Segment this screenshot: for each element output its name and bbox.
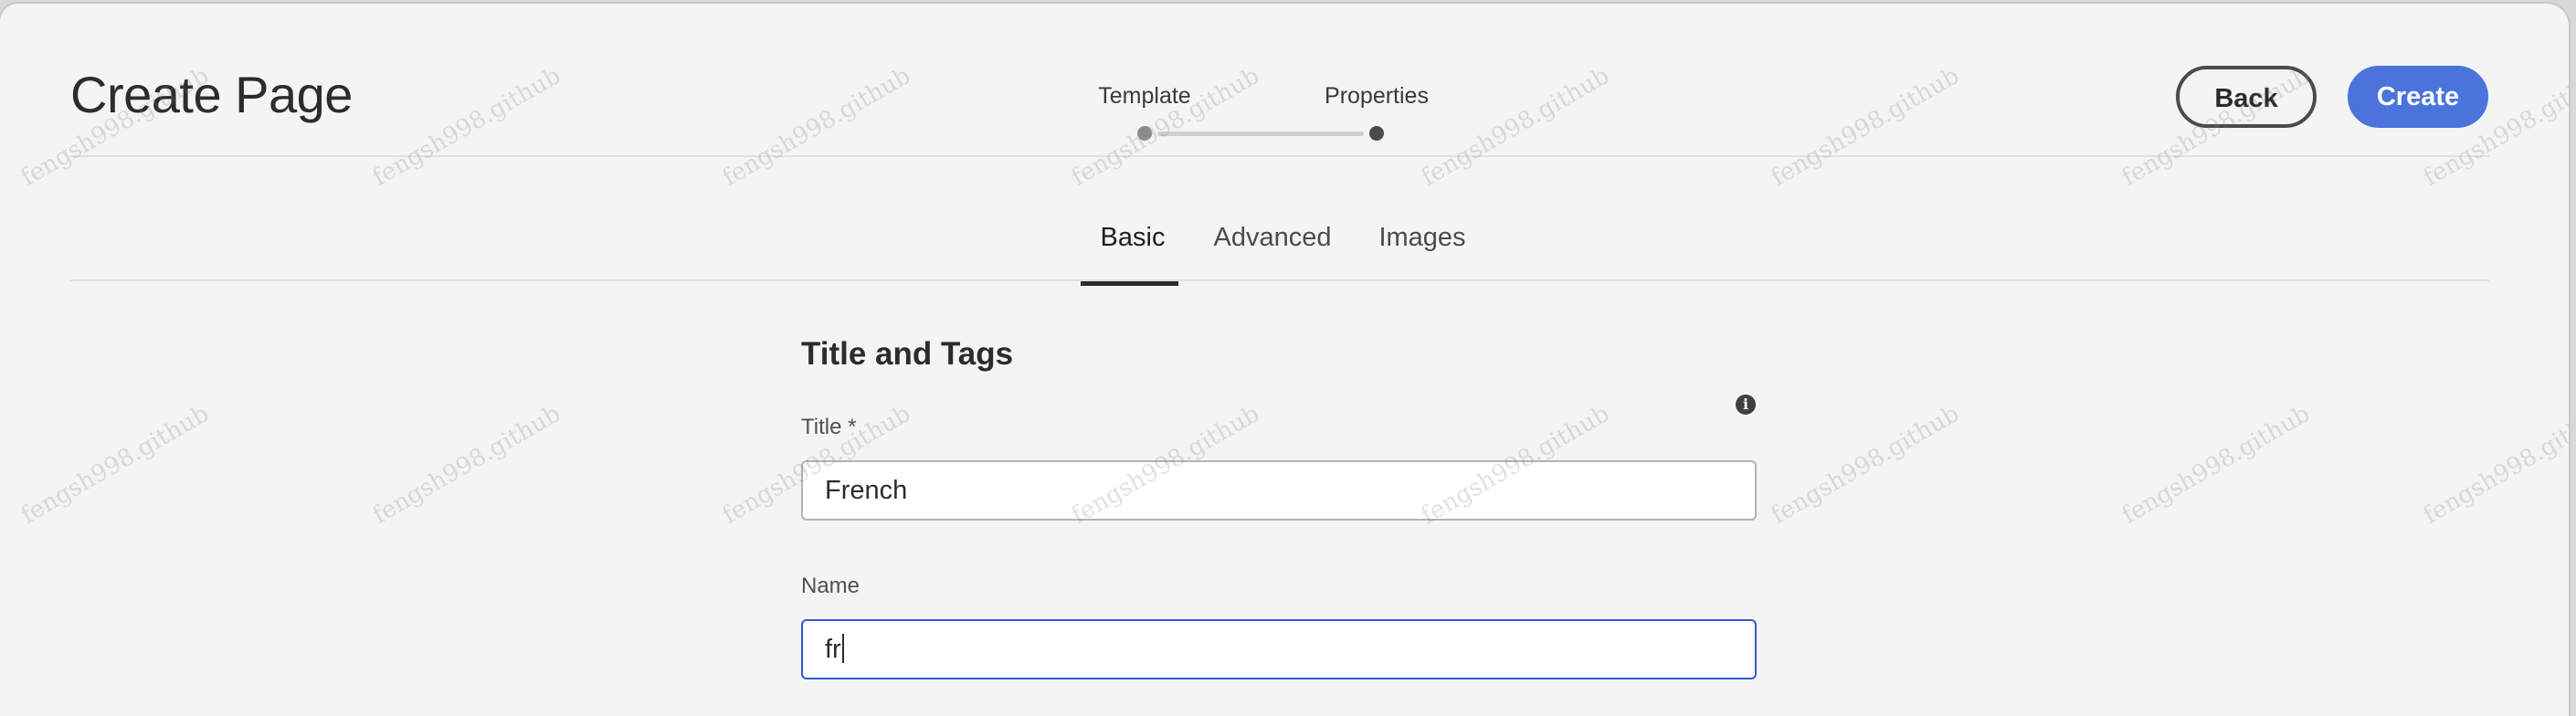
watermark: fengsh998.github <box>1417 62 1614 192</box>
tab-images[interactable]: Images <box>1378 219 1465 256</box>
wizard-stepper: Template Properties <box>1060 80 1443 144</box>
create-page-dialog: Create Page Template Properties Back Cre… <box>0 4 2569 716</box>
tab-bar: Basic Advanced Images <box>0 219 2569 285</box>
step-connector <box>1157 132 1364 136</box>
watermark: fengsh998.github <box>1767 62 1964 192</box>
text-caret <box>841 634 844 664</box>
create-button[interactable]: Create <box>2348 66 2488 128</box>
watermark: fengsh998.github <box>2419 400 2569 530</box>
title-input-value: French <box>825 476 908 505</box>
back-button[interactable]: Back <box>2176 66 2317 128</box>
page-title: Create Page <box>70 66 353 123</box>
info-icon[interactable]: i <box>1736 395 1756 415</box>
watermark: fengsh998.github <box>368 400 565 530</box>
active-tab-indicator <box>1081 281 1178 286</box>
watermark: fengsh998.github <box>2117 400 2315 530</box>
watermark: fengsh998.github <box>718 62 915 192</box>
name-input-value: fr <box>825 635 841 664</box>
tab-basic[interactable]: Basic <box>1101 219 1166 256</box>
name-input[interactable]: fr <box>801 619 1757 679</box>
section-title: Title and Tags <box>801 336 1014 372</box>
watermark: fengsh998.github <box>1767 400 1964 530</box>
step-label-properties: Properties <box>1325 83 1429 109</box>
step-dot-properties[interactable] <box>1369 126 1384 141</box>
header-divider <box>70 155 2489 157</box>
watermark: fengsh998.github <box>16 400 214 530</box>
tab-advanced[interactable]: Advanced <box>1214 219 1332 256</box>
step-dot-template[interactable] <box>1137 126 1152 141</box>
watermark: fengsh998.github <box>368 62 565 192</box>
title-field-label: Title * <box>801 415 857 439</box>
step-label-template: Template <box>1098 83 1191 109</box>
tab-divider <box>70 279 2489 281</box>
name-field-label: Name <box>801 574 860 598</box>
title-input[interactable]: French <box>801 460 1757 521</box>
